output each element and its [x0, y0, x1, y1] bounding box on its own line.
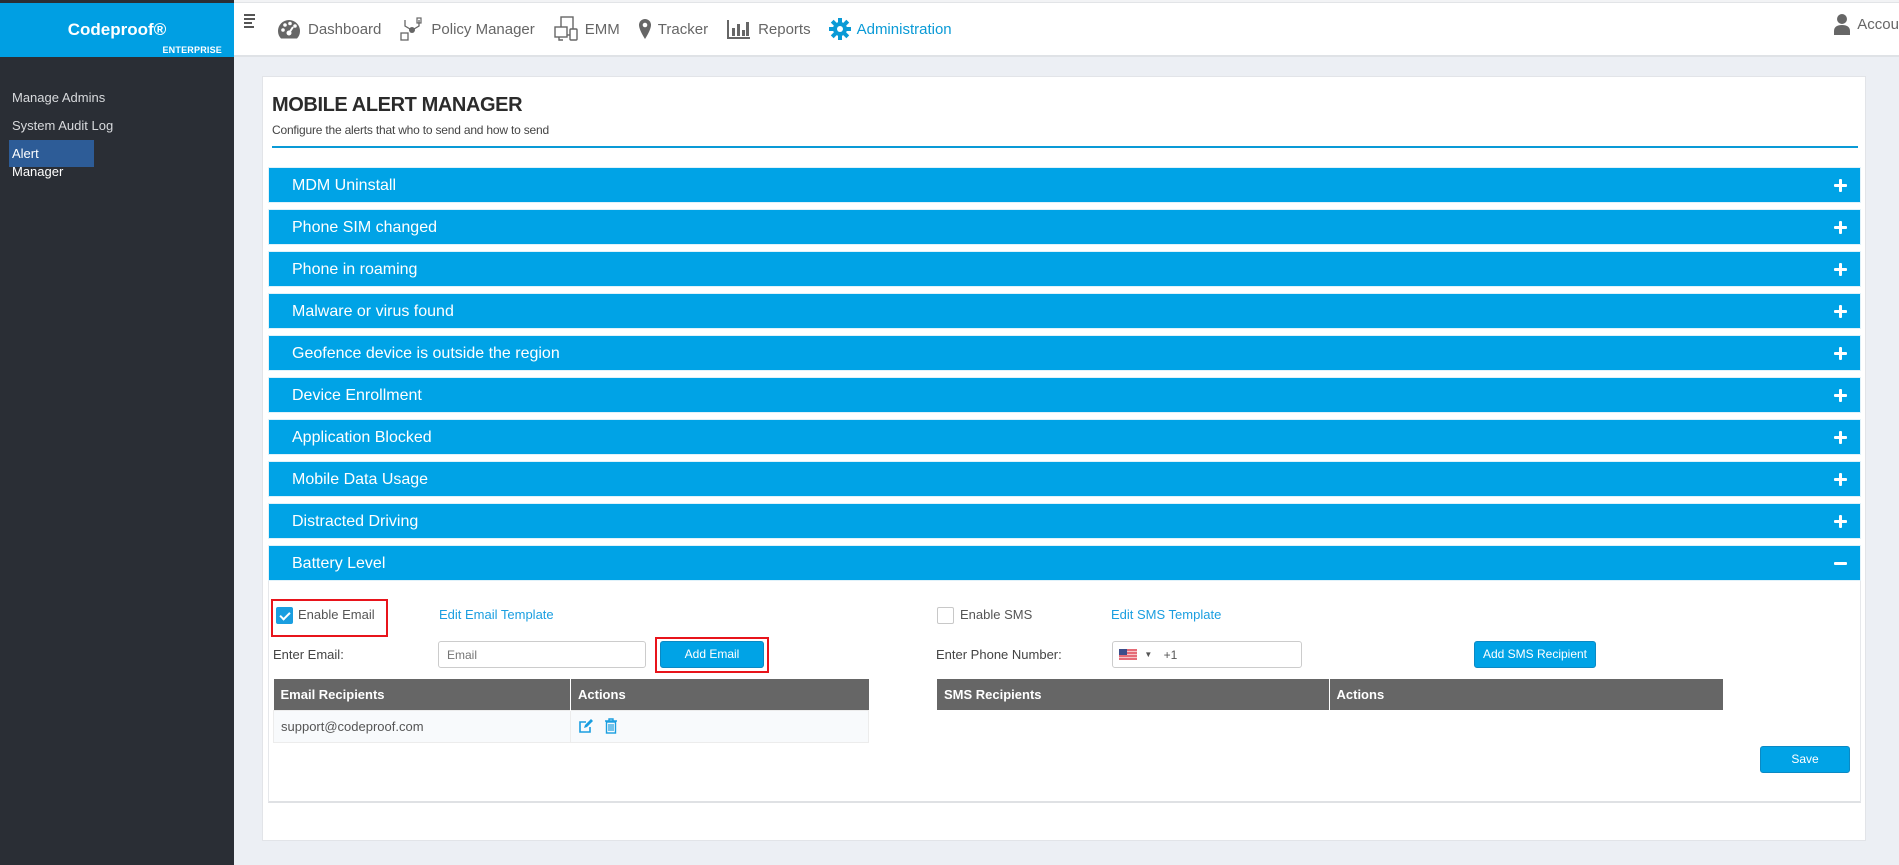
nav-administration[interactable]: Administration	[828, 18, 952, 40]
brand-logo[interactable]: Codeproof® ENTERPRISE	[0, 3, 234, 57]
alert-label: Phone in roaming	[292, 261, 418, 278]
enable-sms-label: Enable SMS	[960, 607, 1033, 622]
page-subtitle: Configure the alerts that who to send an…	[272, 123, 549, 137]
alert-label: Phone SIM changed	[292, 219, 437, 236]
alert-phone-in-roaming[interactable]: Phone in roaming	[268, 251, 1861, 287]
nav-tracker[interactable]: Tracker	[638, 18, 708, 40]
alert-battery-level[interactable]: Battery Level	[268, 545, 1861, 581]
alert-label: Geofence device is outside the region	[292, 345, 560, 362]
collapse-minus-icon[interactable]	[1834, 557, 1847, 570]
alert-phone-sim-changed[interactable]: Phone SIM changed	[268, 209, 1861, 245]
expand-plus-icon[interactable]	[1834, 347, 1847, 360]
column-actions: Actions	[570, 679, 869, 710]
user-icon	[1834, 14, 1851, 35]
add-email-recipient-button[interactable]: Add Email Recipient	[660, 641, 764, 686]
title-divider	[272, 146, 1858, 148]
alert-geofence-outside[interactable]: Geofence device is outside the region	[268, 335, 1861, 371]
nav-policy-manager[interactable]: Policy Manager	[399, 16, 535, 42]
menu-toggle-icon[interactable]	[244, 14, 255, 30]
top-navbar: Dashboard Policy Manager EMM Tracker Rep…	[234, 3, 1899, 57]
sidebar-item-system-audit-log[interactable]: System Audit Log	[0, 112, 234, 139]
alert-application-blocked[interactable]: Application Blocked	[268, 419, 1861, 455]
alert-label: Battery Level	[292, 555, 386, 572]
brand-edition: ENTERPRISE	[162, 45, 222, 55]
alert-device-enrollment[interactable]: Device Enrollment	[268, 377, 1861, 413]
enter-email-label: Enter Email:	[273, 647, 344, 662]
alert-mobile-data-usage[interactable]: Mobile Data Usage	[268, 461, 1861, 497]
column-actions: Actions	[1329, 679, 1723, 710]
expand-plus-icon[interactable]	[1834, 389, 1847, 402]
dial-code: +1	[1163, 647, 1178, 662]
map-pin-icon	[638, 19, 651, 39]
alert-label: Mobile Data Usage	[292, 471, 429, 488]
expand-plus-icon[interactable]	[1834, 179, 1847, 192]
edit-email-template-link[interactable]: Edit Email Template	[439, 607, 554, 622]
email-input[interactable]	[438, 641, 646, 668]
sidebar-nav: Manage Admins System Audit Log Alert Man…	[0, 84, 234, 179]
email-recipients-table: Email Recipients Actions support@codepro…	[273, 679, 869, 743]
expand-plus-icon[interactable]	[1834, 431, 1847, 444]
sidebar: Codeproof® ENTERPRISE Manage Admins Syst…	[0, 0, 234, 865]
expand-plus-icon[interactable]	[1834, 473, 1847, 486]
nav-emm[interactable]: EMM	[553, 15, 620, 43]
us-flag-icon[interactable]	[1119, 649, 1137, 661]
alert-manager-panel: MOBILE ALERT MANAGER Configure the alert…	[262, 76, 1866, 841]
enable-email-checkbox[interactable]	[276, 607, 293, 624]
recipient-email: support@codeproof.com	[273, 709, 571, 743]
country-dropdown-caret-icon[interactable]: ▼	[1144, 650, 1152, 659]
nav-dashboard[interactable]: Dashboard	[276, 18, 381, 40]
alerts-accordion: MDM Uninstall Phone SIM changed Phone in…	[268, 167, 1861, 803]
edit-sms-template-link[interactable]: Edit SMS Template	[1111, 607, 1221, 622]
enable-sms-checkbox[interactable]	[937, 607, 954, 624]
brand-name: Codeproof®	[67, 20, 167, 39]
nav-administration-label: Administration	[856, 20, 952, 38]
add-sms-recipient-button[interactable]: Add SMS Recipient	[1474, 641, 1596, 668]
account-label: Accou	[1857, 15, 1899, 33]
page-title: MOBILE ALERT MANAGER	[272, 94, 523, 116]
expand-plus-icon[interactable]	[1834, 221, 1847, 234]
alert-label: Device Enrollment	[292, 387, 422, 404]
alert-label: Distracted Driving	[292, 513, 419, 530]
edit-icon[interactable]	[578, 718, 594, 734]
account-menu[interactable]: Accou	[1833, 13, 1899, 35]
nav-emm-label: EMM	[584, 20, 620, 38]
dashboard-icon	[278, 20, 300, 39]
expand-plus-icon[interactable]	[1834, 305, 1847, 318]
row-actions	[570, 709, 869, 743]
sidebar-item-manage-admins[interactable]: Manage Admins	[0, 84, 234, 111]
column-email-recipients: Email Recipients	[273, 679, 571, 710]
table-row: support@codeproof.com	[273, 709, 869, 743]
phone-input[interactable]: ▼ +1	[1112, 641, 1302, 668]
alert-label: Application Blocked	[292, 429, 432, 446]
delete-icon[interactable]	[604, 718, 618, 734]
alert-label: MDM Uninstall	[292, 177, 397, 194]
column-sms-recipients: SMS Recipients	[937, 679, 1330, 710]
nav-reports-label: Reports	[758, 20, 811, 38]
alert-label: Malware or virus found	[292, 303, 454, 320]
policy-icon	[400, 17, 422, 41]
alert-malware-found[interactable]: Malware or virus found	[268, 293, 1861, 329]
main-nav: Dashboard Policy Manager EMM Tracker Rep…	[276, 3, 970, 55]
expand-plus-icon[interactable]	[1834, 263, 1847, 276]
enable-email-label: Enable Email	[298, 607, 375, 622]
save-button[interactable]: Save	[1760, 746, 1850, 773]
battery-level-settings: Enable Email Edit Email Template Enter E…	[268, 581, 1861, 803]
nav-dashboard-label: Dashboard	[308, 20, 382, 38]
nav-policy-manager-label: Policy Manager	[431, 20, 535, 38]
alert-mdm-uninstall[interactable]: MDM Uninstall	[268, 167, 1861, 203]
nav-tracker-label: Tracker	[657, 20, 709, 38]
alert-distracted-driving[interactable]: Distracted Driving	[268, 503, 1861, 539]
sms-recipients-table: SMS Recipients Actions	[937, 679, 1723, 710]
nav-reports[interactable]: Reports	[726, 18, 811, 40]
bar-chart-icon	[727, 20, 751, 39]
expand-plus-icon[interactable]	[1834, 515, 1847, 528]
sidebar-item-alert-manager[interactable]: Alert Manager	[9, 140, 94, 179]
gear-icon	[828, 18, 851, 40]
devices-icon	[554, 16, 578, 41]
enter-phone-label: Enter Phone Number:	[936, 647, 1062, 662]
